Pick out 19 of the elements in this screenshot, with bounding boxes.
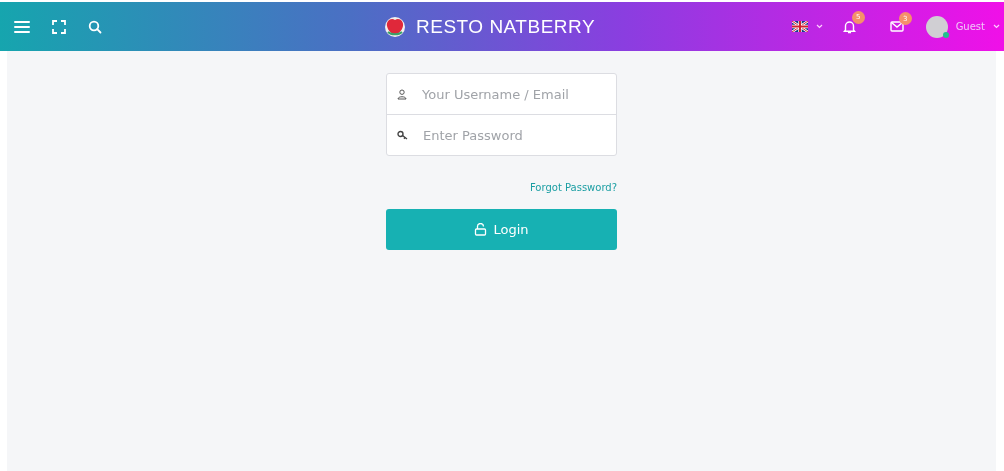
logo-icon — [384, 15, 406, 38]
user-icon — [397, 88, 407, 100]
fullscreen-icon[interactable] — [52, 19, 66, 34]
username-field[interactable]: Your Username / Email — [420, 85, 604, 103]
menu-icon[interactable] — [14, 19, 30, 34]
key-icon — [397, 130, 408, 140]
login-button[interactable]: Login — [386, 209, 617, 250]
chevron-icon[interactable] — [815, 24, 823, 29]
chevron-icon[interactable] — [993, 24, 1000, 29]
password-field[interactable]: Enter Password — [421, 126, 605, 144]
lock-icon — [474, 223, 488, 236]
user-name[interactable]: Guest — [955, 21, 985, 32]
search-icon[interactable] — [88, 19, 102, 34]
brand-name: RESTO NATBERRY — [416, 15, 596, 38]
avatar[interactable] — [925, 15, 948, 38]
flag-icon[interactable] — [791, 21, 808, 32]
bell-icon[interactable] — [842, 19, 856, 34]
mail-icon[interactable] — [889, 21, 904, 32]
forgot-password-link[interactable]: Forgot Password? — [529, 182, 617, 193]
